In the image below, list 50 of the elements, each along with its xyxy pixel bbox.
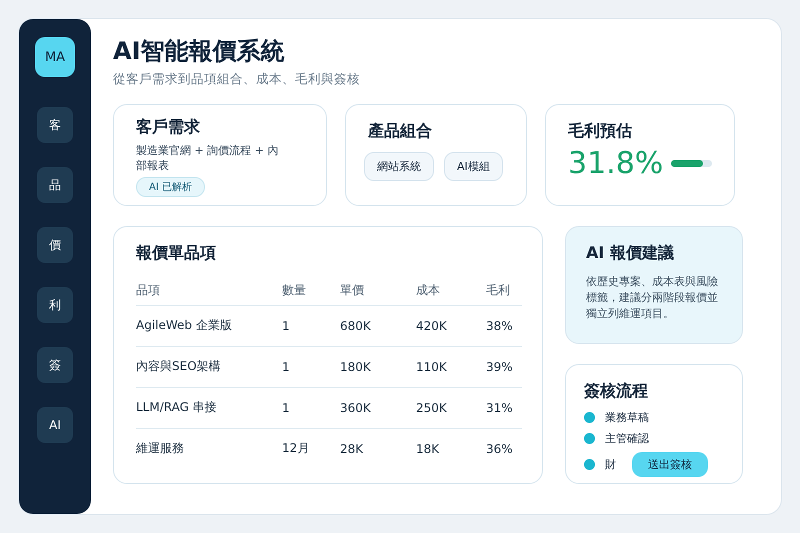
submit-button[interactable]: 送出簽核 bbox=[632, 452, 708, 477]
product-chip: 網站系統 bbox=[364, 152, 434, 181]
requirement-text: 製造業官網 + 詢價流程 + 內部報表 bbox=[136, 144, 280, 174]
table-cell: 1 bbox=[282, 388, 340, 428]
table-cell: 12月 bbox=[282, 428, 340, 469]
margin-value: 31.8% bbox=[568, 146, 664, 181]
table-cell: 680K bbox=[340, 306, 416, 346]
step-label: 業務草稿 bbox=[605, 410, 649, 425]
table-cell: 18K bbox=[416, 428, 486, 469]
card-title: 產品組合 bbox=[368, 121, 433, 142]
step-label: 主管確認 bbox=[605, 431, 649, 446]
column-header: 毛利 bbox=[486, 278, 522, 306]
column-header: 數量 bbox=[282, 278, 340, 306]
table-cell: 31% bbox=[486, 388, 522, 428]
avatar[interactable]: MA bbox=[35, 37, 75, 77]
table-cell: 28K bbox=[340, 428, 416, 469]
table-cell: 維運服務 bbox=[136, 428, 282, 469]
card-title: 客戶需求 bbox=[136, 117, 201, 138]
table-cell: AgileWeb 企業版 bbox=[136, 306, 282, 346]
page-subtitle: 從客戶需求到品項組合、成本、毛利與簽核 bbox=[113, 71, 361, 88]
table-cell: 1 bbox=[282, 346, 340, 388]
table-cell: 內容與SEO架構 bbox=[136, 346, 282, 388]
table-cell: 1 bbox=[282, 306, 340, 346]
nav-item[interactable]: 利 bbox=[37, 287, 73, 323]
table-cell: 250K bbox=[416, 388, 486, 428]
nav-item[interactable]: 客 bbox=[37, 107, 73, 143]
status-badge: AI 已解析 bbox=[136, 176, 205, 197]
page-title: AI智能報價系統 bbox=[113, 36, 286, 67]
nav-item[interactable]: 品 bbox=[37, 167, 73, 203]
table-cell: 38% bbox=[486, 306, 522, 346]
column-header: 成本 bbox=[416, 278, 486, 306]
card-title: 簽核流程 bbox=[584, 381, 649, 402]
table-cell: 420K bbox=[416, 306, 486, 346]
card-title: 報價單品項 bbox=[136, 243, 217, 264]
step-label: 財 bbox=[605, 457, 616, 472]
suggestion-text: 依歷史專案、成本表與風險標籤，建議分兩階段報價並獨立列維運項目。 bbox=[586, 274, 719, 322]
nav-item[interactable]: 價 bbox=[37, 227, 73, 263]
table-cell: 39% bbox=[486, 346, 522, 388]
column-header: 單價 bbox=[340, 278, 416, 306]
table-cell: LLM/RAG 串接 bbox=[136, 388, 282, 428]
nav-item[interactable]: 簽 bbox=[37, 347, 73, 383]
card-title: AI 報價建議 bbox=[586, 243, 675, 264]
table-cell: 360K bbox=[340, 388, 416, 428]
table-cell: 36% bbox=[486, 428, 522, 469]
card-title: 毛利預估 bbox=[568, 121, 633, 142]
product-chip: AI模組 bbox=[444, 152, 503, 181]
table-cell: 180K bbox=[340, 346, 416, 388]
column-header: 品項 bbox=[136, 278, 282, 306]
nav-item[interactable]: AI bbox=[37, 407, 73, 443]
table-cell: 110K bbox=[416, 346, 486, 388]
